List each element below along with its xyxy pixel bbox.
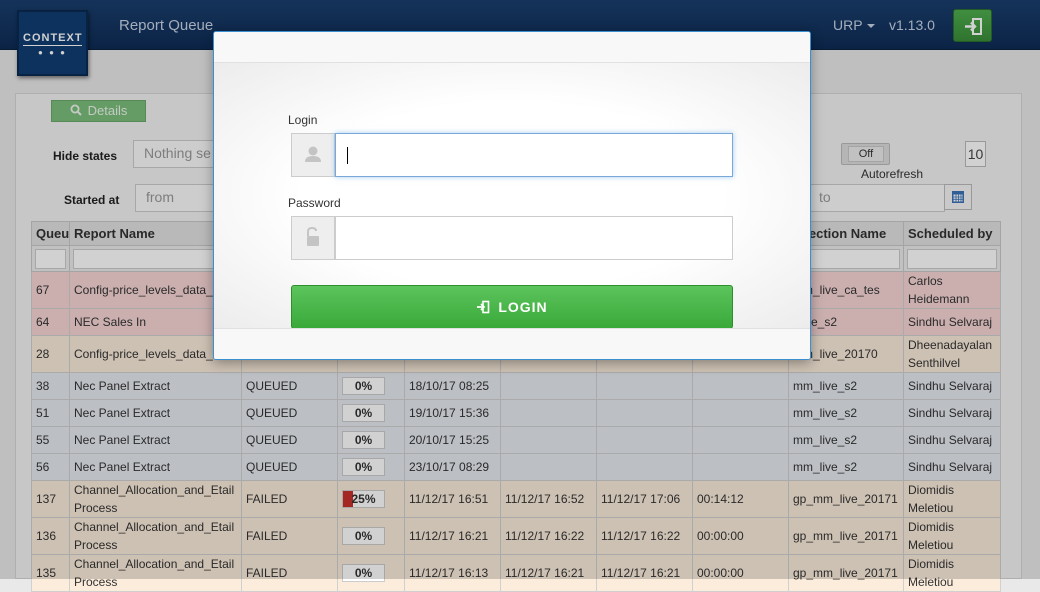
modal-header [214,32,810,63]
unlock-icon [307,226,319,246]
modal-footer [214,328,810,359]
lock-addon [291,216,335,260]
sign-in-icon [477,300,490,314]
text-cursor [347,147,348,164]
login-modal: Login Password LOGIN [213,31,811,360]
password-input[interactable] [335,216,733,260]
password-label: Password [288,196,341,210]
user-addon [291,133,335,177]
login-button-label: LOGIN [498,299,548,315]
modal-body: Login Password LOGIN [214,63,810,329]
login-button[interactable]: LOGIN [291,285,733,329]
login-input[interactable] [335,133,733,177]
user-icon [305,146,321,162]
login-label: Login [288,113,318,127]
